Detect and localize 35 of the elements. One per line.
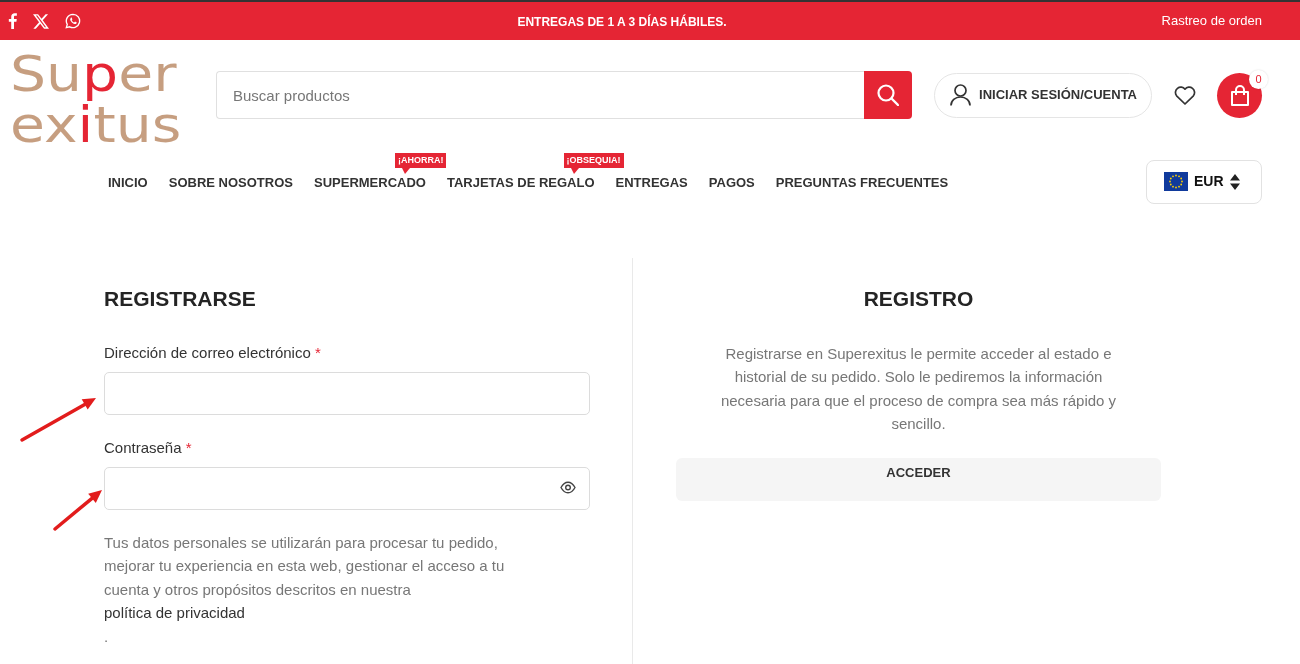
facebook-icon[interactable] [8,13,17,30]
form-title: REGISTRARSE [104,285,257,312]
login-button[interactable]: ACCEDER [676,457,1161,501]
account-button[interactable]: INICIAR SESIÓN/CUENTA [934,72,1152,118]
field-label: Dirección de correo electrónico * [104,342,322,363]
password-field[interactable] [104,466,590,510]
nav-link[interactable]: PREGUNTAS FRECUENTES [775,174,949,190]
eye-icon[interactable] [560,480,576,494]
user-icon [950,84,972,107]
info-text: Registrarse en Superexitus le permite acceder al estado e historial de su pedido. Solo le pediremos la información necesaria para que el proceso de compra sea más rápido y sencillo. [719,343,1118,434]
privacy-notice: Tus datos personales se utilizarán para procesar tu pedido, mejorar tu experiencia en esta web, gestionar el acceso a tu cuenta y otros propósitos descritos en nuestra política de privacidad . [104,532,506,647]
order-tracking-link[interactable]: Rastreo de orden [1152,11,1262,31]
field-label: Contraseña * [104,437,193,458]
nav-link[interactable]: TARJETAS DE REGALO [446,174,595,190]
email-field[interactable] [104,371,590,415]
info-title: REGISTRO [862,285,975,312]
search-field[interactable]: Buscar productos [216,71,865,120]
nav-link[interactable]: INICIO [108,174,148,190]
whatsapp-icon[interactable] [65,13,81,30]
nav-link[interactable]: ENTREGAS [615,174,688,190]
search-icon [877,84,900,107]
heart-icon[interactable] [1174,85,1196,105]
privacy-policy-link[interactable]: política de privacidad [104,601,245,625]
nav-link[interactable]: PAGOS [708,174,755,190]
cart-button[interactable] [1217,72,1262,118]
nav-link[interactable]: SOBRE NOSOTROS [168,174,293,190]
flag-icon [1164,172,1188,192]
cart-count-badge: 0 [1249,69,1268,89]
nav-link[interactable]: SUPERMERCADO [314,174,426,190]
shopping-bag-icon [1229,84,1250,106]
announcement-text: ENTREGAS DE 1 A 3 DÍAS HÁBILES. [517,15,727,30]
x-logo-icon[interactable] [33,13,49,29]
sort-caret-icon [1229,173,1240,190]
currency-selector[interactable]: EUR [1146,159,1262,204]
search-button[interactable] [864,71,913,120]
